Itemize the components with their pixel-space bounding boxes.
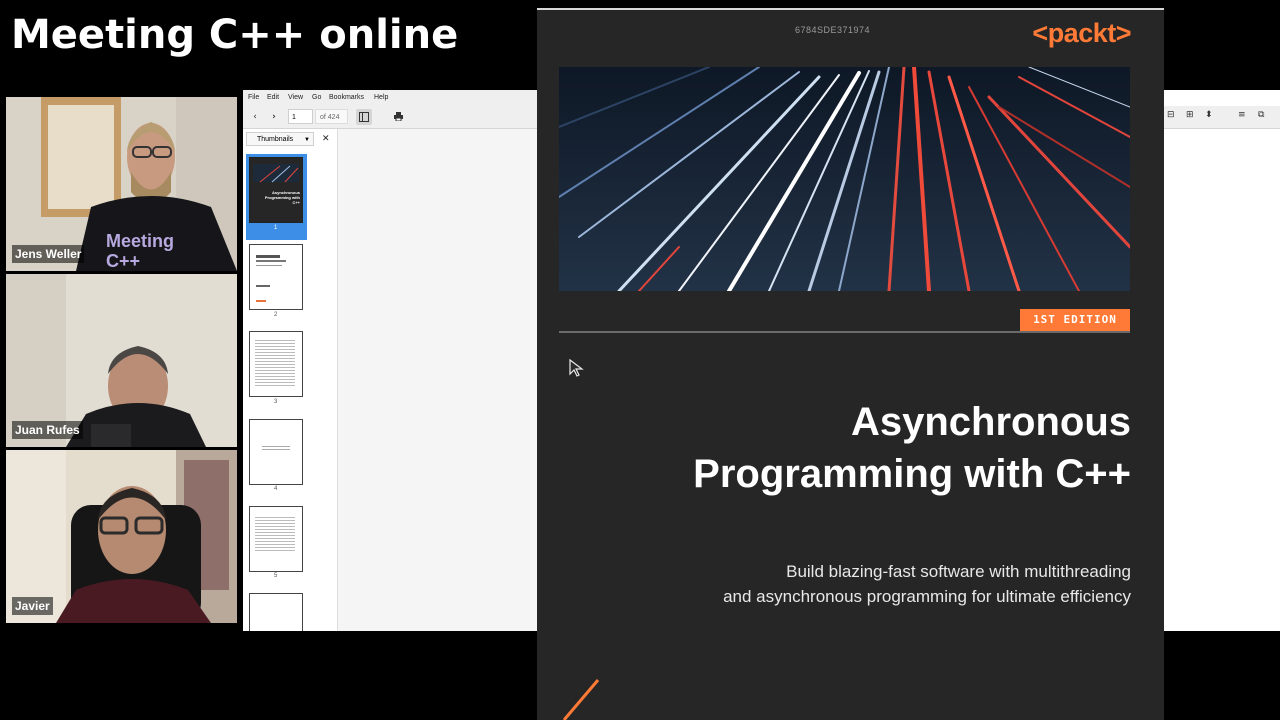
book-subtitle-line1: Build blazing-fast software with multith… xyxy=(786,562,1131,581)
fit-page-icon[interactable]: ⬍ xyxy=(1205,110,1213,120)
participant-tile-jens: Meeting C++ Jens Weller xyxy=(6,97,237,271)
book-title-line1: Asynchronous xyxy=(850,400,1131,444)
sidebar-mode-select[interactable]: Thumbnails ▼ xyxy=(246,132,314,146)
forward-arrow-icon[interactable]: › xyxy=(266,109,282,125)
sidebar-mode-label: Thumbnails xyxy=(257,136,294,143)
zoom-out-icon[interactable]: ⊟ xyxy=(1167,110,1175,120)
thumbnail-number: 3 xyxy=(274,399,278,405)
thumbnail-page[interactable] xyxy=(249,593,303,631)
menu-icon[interactable]: ≡ xyxy=(1238,110,1246,120)
cover-divider xyxy=(559,331,1130,333)
menu-file[interactable]: File xyxy=(248,94,259,101)
toolbar: ‹ › 1 of 424 xyxy=(243,106,537,129)
sidebar-toggle-icon[interactable] xyxy=(356,109,372,125)
book-subtitle-line2: and asynchronous programming for ultimat… xyxy=(723,587,1131,606)
participant-tile-javier: Javier xyxy=(6,450,237,623)
book-subtitle: Build blazing-fast software with multith… xyxy=(571,559,1131,609)
pdf-viewer-window: File Edit View Go Bookmarks Help ‹ › 1 o… xyxy=(243,90,537,631)
thumbnail-sidebar: Thumbnails ▼ ✕ Asynchronous Programming … xyxy=(243,129,338,631)
thumbnail-number: 2 xyxy=(274,312,278,318)
menu-help[interactable]: Help xyxy=(374,94,388,101)
participant-tile-juan: Juan Rufes xyxy=(6,274,237,447)
orange-accent-line xyxy=(562,679,600,720)
participant-name: Javier xyxy=(12,597,53,615)
thumbnail-page[interactable] xyxy=(249,419,303,485)
print-icon[interactable] xyxy=(390,109,406,125)
thumbnail-page[interactable] xyxy=(249,331,303,397)
publisher-logo: <packt> xyxy=(1032,18,1131,48)
window-icon[interactable]: ⧉ xyxy=(1258,110,1264,120)
menu-bar: File Edit View Go Bookmarks Help xyxy=(243,90,537,106)
isbn-code: 6784SDE371974 xyxy=(795,25,871,35)
close-icon[interactable]: ✕ xyxy=(322,132,330,146)
thumbnail-page[interactable] xyxy=(249,244,303,310)
thumbnail-page[interactable]: Asynchronous Programming with C++ xyxy=(249,157,303,223)
stream-title: Meeting C++ online xyxy=(11,12,459,58)
shirt-logo-text: Meeting C++ xyxy=(106,231,175,271)
menu-go[interactable]: Go xyxy=(312,94,321,101)
thumbnail-number: 1 xyxy=(274,225,278,231)
book-title: Asynchronous Programming with C++ xyxy=(571,396,1131,500)
mouse-cursor-icon xyxy=(569,358,584,377)
chevron-down-icon: ▼ xyxy=(304,137,310,143)
back-arrow-icon[interactable]: ‹ xyxy=(247,109,263,125)
participant-name: Jens Weller xyxy=(12,245,85,263)
page-number-input[interactable]: 1 xyxy=(288,109,313,124)
menu-edit[interactable]: Edit xyxy=(267,94,279,101)
zoom-in-icon[interactable]: ⊞ xyxy=(1186,110,1194,120)
pdf-viewer-window-right: ⊟ ⊞ ⬍ ≡ ⧉ xyxy=(1164,90,1280,631)
thumbnail-title: Asynchronous Programming with C++ xyxy=(264,190,300,205)
book-title-line2: Programming with C++ xyxy=(693,452,1131,496)
page-total: of 424 xyxy=(315,109,348,124)
edition-badge: 1ST EDITION xyxy=(1020,309,1130,331)
thumbnail-page[interactable] xyxy=(249,506,303,572)
menu-view[interactable]: View xyxy=(288,94,303,101)
thumbnail-number: 5 xyxy=(274,573,278,579)
book-cover-page: 6784SDE371974 <packt> 1ST EDITION Asynch… xyxy=(537,8,1164,720)
menu-bookmarks[interactable]: Bookmarks xyxy=(329,94,364,101)
cover-hero-image xyxy=(559,67,1130,291)
participant-name: Juan Rufes xyxy=(12,421,83,439)
thumbnail-number: 4 xyxy=(274,486,278,492)
